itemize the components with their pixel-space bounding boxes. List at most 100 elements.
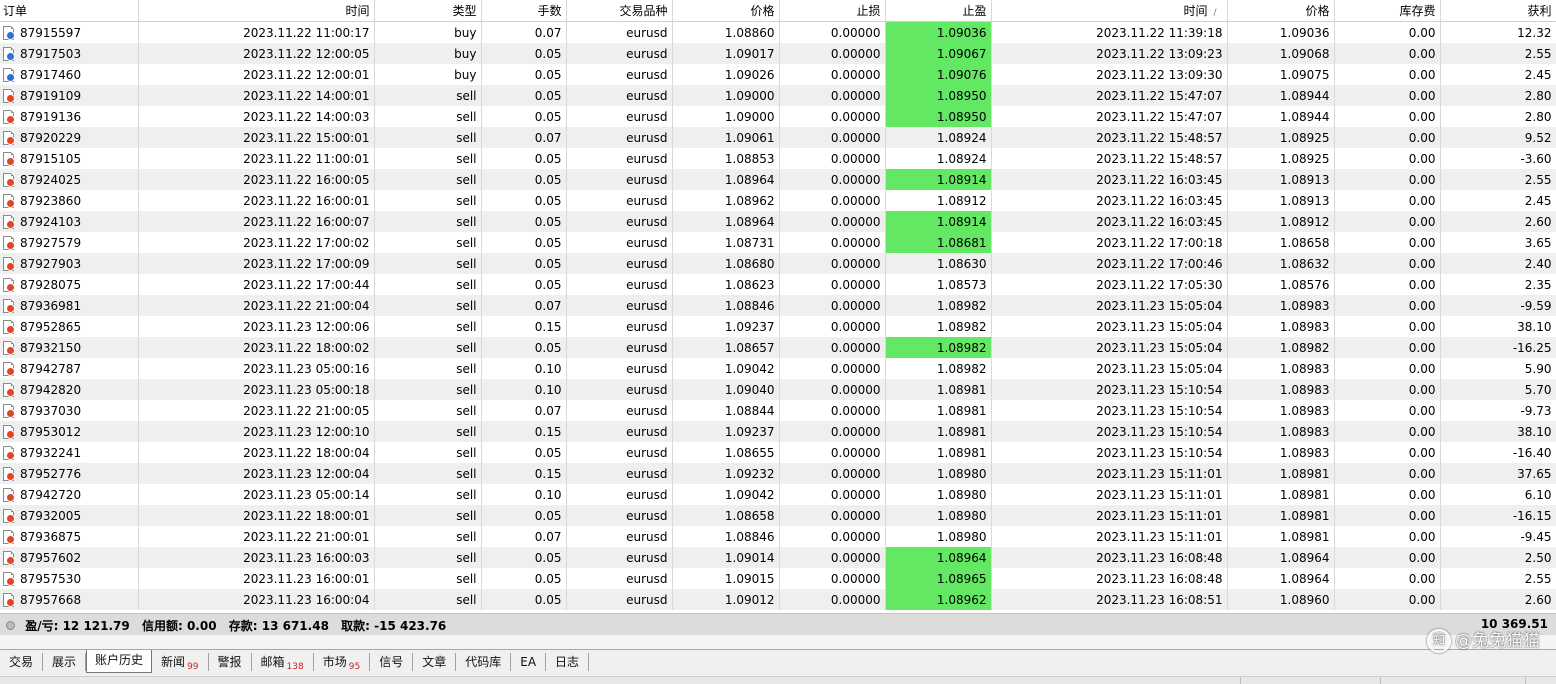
swap-cell: 0.00 bbox=[1334, 526, 1441, 547]
table-row[interactable]: 87932005 2023.11.22 18:00:01 sell 0.05 eurus… bbox=[0, 505, 1556, 526]
close-time-cell: 2023.11.23 15:05:04 bbox=[991, 316, 1228, 337]
table-row[interactable]: 87927903 2023.11.22 17:00:09 sell 0.05 eurus… bbox=[0, 253, 1556, 274]
table-row[interactable]: 87915597 2023.11.22 11:00:17 buy 0.07 eurusd… bbox=[0, 21, 1556, 43]
table-row[interactable]: 87932241 2023.11.22 18:00:04 sell 0.05 eurus… bbox=[0, 442, 1556, 463]
table-row[interactable]: 87952776 2023.11.23 12:00:04 sell 0.15 eurus… bbox=[0, 463, 1556, 484]
tab-badge: 138 bbox=[286, 662, 304, 672]
tab-6[interactable]: 市场 95 bbox=[314, 653, 371, 672]
type-cell: sell bbox=[374, 211, 482, 232]
type-cell: sell bbox=[374, 127, 482, 148]
table-row[interactable]: 87936981 2023.11.22 21:00:04 sell 0.07 eurus… bbox=[0, 295, 1556, 316]
tab-3[interactable]: 新闻 99 bbox=[152, 653, 209, 672]
deposit-value: 13 671.48 bbox=[261, 619, 329, 633]
table-row[interactable]: 87953012 2023.11.23 12:00:10 sell 0.15 eurus… bbox=[0, 421, 1556, 442]
close-price-cell: 1.08983 bbox=[1227, 295, 1335, 316]
close-price-cell: 1.08981 bbox=[1227, 484, 1335, 505]
col-header-open-time[interactable]: 时间 bbox=[138, 0, 375, 22]
sl-cell: 0.00000 bbox=[779, 253, 886, 274]
order-number: 87917460 bbox=[20, 67, 82, 82]
table-row[interactable]: 87927579 2023.11.22 17:00:02 sell 0.05 eurus… bbox=[0, 232, 1556, 253]
close-price-cell: 1.08981 bbox=[1227, 463, 1335, 484]
sl-cell: 0.00000 bbox=[779, 526, 886, 547]
table-row[interactable]: 87923860 2023.11.22 16:00:01 sell 0.05 eurus… bbox=[0, 190, 1556, 211]
tab-label: 交易 bbox=[9, 655, 34, 669]
open-price-cell: 1.08655 bbox=[672, 442, 780, 463]
tp-cell: 1.09076 bbox=[885, 64, 992, 85]
swap-cell: 0.00 bbox=[1334, 211, 1441, 232]
volume-cell: 0.05 bbox=[481, 442, 567, 463]
volume-cell: 0.07 bbox=[481, 21, 567, 43]
open-time-cell: 2023.11.22 14:00:01 bbox=[138, 85, 375, 106]
profit-cell: 2.55 bbox=[1440, 43, 1556, 64]
table-row[interactable]: 87942787 2023.11.23 05:00:16 sell 0.10 eurus… bbox=[0, 358, 1556, 379]
profit-cell: 5.70 bbox=[1440, 379, 1556, 400]
table-row[interactable]: 87937030 2023.11.22 21:00:05 sell 0.07 eurus… bbox=[0, 400, 1556, 421]
symbol-cell: eurusd bbox=[566, 505, 673, 526]
table-row[interactable]: 87957668 2023.11.23 16:00:04 sell 0.05 eurus… bbox=[0, 589, 1556, 610]
tab-1[interactable]: 展示 bbox=[43, 653, 87, 671]
swap-cell: 0.00 bbox=[1334, 21, 1441, 43]
order-cell: 87920229 bbox=[0, 127, 139, 148]
col-header-type[interactable]: 类型 bbox=[374, 0, 482, 22]
tab-2[interactable]: 账户历史 bbox=[86, 649, 153, 673]
tab-8[interactable]: 文章 bbox=[413, 653, 457, 671]
col-header-symbol[interactable]: 交易品种 bbox=[566, 0, 673, 22]
table-row[interactable]: 87919136 2023.11.22 14:00:03 sell 0.05 eurus… bbox=[0, 106, 1556, 127]
order-cell: 87917503 bbox=[0, 43, 139, 64]
symbol-cell: eurusd bbox=[566, 232, 673, 253]
col-header-close-time[interactable]: 时间 / bbox=[991, 0, 1228, 22]
close-price-cell: 1.08944 bbox=[1227, 106, 1335, 127]
table-row[interactable]: 87942720 2023.11.23 05:00:14 sell 0.10 eurus… bbox=[0, 484, 1556, 505]
table-row[interactable]: 87932150 2023.11.22 18:00:02 sell 0.05 eurus… bbox=[0, 337, 1556, 358]
open-time-cell: 2023.11.22 18:00:01 bbox=[138, 505, 375, 526]
col-header-open-price[interactable]: 价格 bbox=[672, 0, 780, 22]
order-cell: 87915597 bbox=[0, 21, 139, 43]
order-cell: 87936981 bbox=[0, 295, 139, 316]
swap-cell: 0.00 bbox=[1334, 253, 1441, 274]
table-row[interactable]: 87942820 2023.11.23 05:00:18 sell 0.10 eurus… bbox=[0, 379, 1556, 400]
symbol-cell: eurusd bbox=[566, 484, 673, 505]
tab-5[interactable]: 邮箱 138 bbox=[252, 653, 314, 672]
open-price-cell: 1.08846 bbox=[672, 526, 780, 547]
table-row[interactable]: 87957530 2023.11.23 16:00:01 sell 0.05 eurus… bbox=[0, 568, 1556, 589]
sell-order-icon bbox=[3, 382, 15, 397]
close-price-cell: 1.08981 bbox=[1227, 526, 1335, 547]
table-row[interactable]: 87917503 2023.11.22 12:00:05 buy 0.05 eurusd… bbox=[0, 43, 1556, 64]
type-cell: sell bbox=[374, 400, 482, 421]
table-row[interactable]: 87957602 2023.11.23 16:00:03 sell 0.05 eurus… bbox=[0, 547, 1556, 568]
table-row[interactable]: 87920229 2023.11.22 15:00:01 sell 0.07 eurus… bbox=[0, 127, 1556, 148]
type-cell: buy bbox=[374, 21, 482, 43]
table-row[interactable]: 87924025 2023.11.22 16:00:05 sell 0.05 eurus… bbox=[0, 169, 1556, 190]
tab-10[interactable]: EA bbox=[511, 653, 547, 671]
col-header-swap[interactable]: 库存费 bbox=[1334, 0, 1441, 22]
table-row[interactable]: 87928075 2023.11.22 17:00:44 sell 0.05 eurus… bbox=[0, 274, 1556, 295]
col-header-sl[interactable]: 止损 bbox=[779, 0, 886, 22]
close-price-cell: 1.08983 bbox=[1227, 400, 1335, 421]
tab-9[interactable]: 代码库 bbox=[456, 653, 512, 671]
order-number: 87924103 bbox=[20, 214, 82, 229]
tab-0[interactable]: 交易 bbox=[0, 653, 44, 671]
col-header-close-price[interactable]: 价格 bbox=[1227, 0, 1335, 22]
col-header-volume[interactable]: 手数 bbox=[481, 0, 567, 22]
tab-7[interactable]: 信号 bbox=[370, 653, 414, 671]
table-row[interactable]: 87924103 2023.11.22 16:00:07 sell 0.05 eurus… bbox=[0, 211, 1556, 232]
sl-cell: 0.00000 bbox=[779, 43, 886, 64]
order-number: 87923860 bbox=[20, 193, 82, 208]
order-number: 87957668 bbox=[20, 592, 82, 607]
col-header-profit[interactable]: 获利 bbox=[1440, 0, 1556, 22]
volume-cell: 0.05 bbox=[481, 568, 567, 589]
table-row[interactable]: 87917460 2023.11.22 12:00:01 buy 0.05 eurusd… bbox=[0, 64, 1556, 85]
tab-11[interactable]: 日志 bbox=[546, 653, 590, 671]
close-time-cell: 2023.11.23 15:10:54 bbox=[991, 421, 1228, 442]
table-row[interactable]: 87952865 2023.11.23 12:00:06 sell 0.15 eurus… bbox=[0, 316, 1556, 337]
close-price-cell: 1.08944 bbox=[1227, 85, 1335, 106]
profit-cell: 2.45 bbox=[1440, 64, 1556, 85]
tab-4[interactable]: 警报 bbox=[209, 653, 252, 671]
col-header-order[interactable]: 订单 bbox=[0, 0, 139, 22]
table-row[interactable]: 87936875 2023.11.22 21:00:01 sell 0.07 eurus… bbox=[0, 526, 1556, 547]
open-price-cell: 1.09061 bbox=[672, 127, 780, 148]
table-row[interactable]: 87915105 2023.11.22 11:00:01 sell 0.05 eurus… bbox=[0, 148, 1556, 169]
table-row[interactable]: 87919109 2023.11.22 14:00:01 sell 0.05 eurus… bbox=[0, 85, 1556, 106]
col-header-tp[interactable]: 止盈 bbox=[885, 0, 992, 22]
symbol-cell: eurusd bbox=[566, 127, 673, 148]
